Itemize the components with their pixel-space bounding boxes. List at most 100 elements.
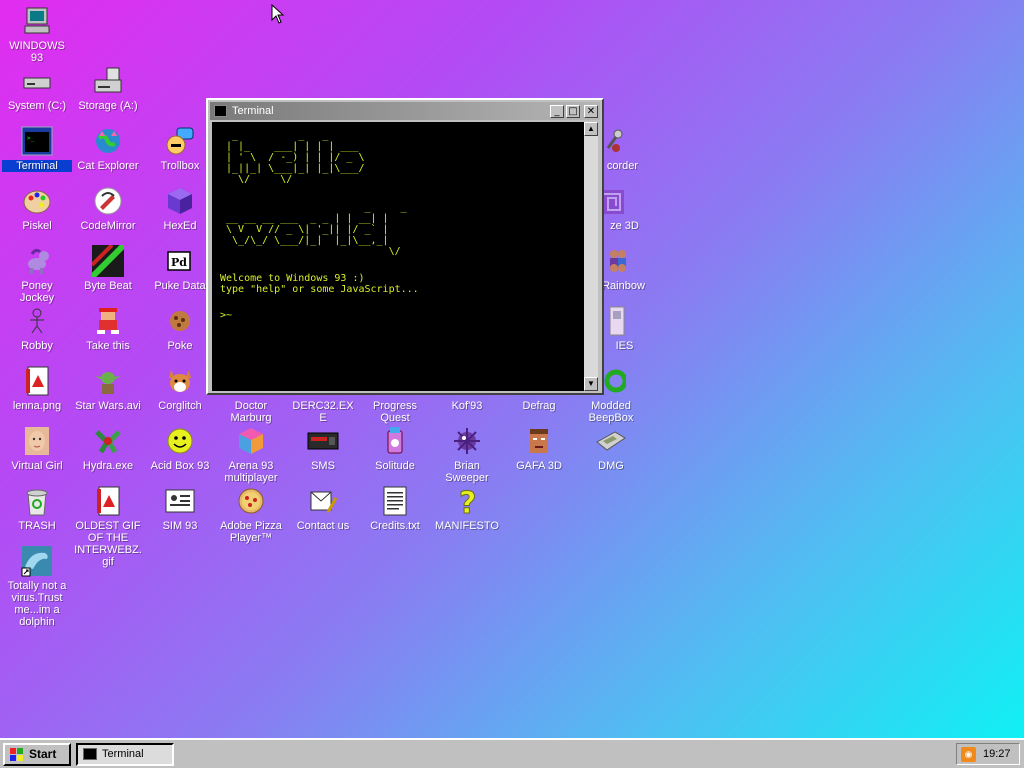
desktop-icon-poney-jockey[interactable]: Poney Jockey [2, 244, 72, 304]
desktop-icon-label: Poney Jockey [19, 280, 55, 304]
terminal-scrollbar[interactable]: ▲ ▼ [584, 122, 598, 391]
drive-icon [20, 64, 54, 98]
gameboy-icon [594, 424, 628, 458]
start-label: Start [29, 747, 57, 761]
image-file-icon [20, 364, 54, 398]
desktop-icon-star-wars[interactable]: Star Wars.avi [73, 364, 143, 412]
terminal-icon [83, 748, 97, 760]
desktop-icon-system-c[interactable]: System (C:) [2, 64, 72, 112]
desktop-icon-label: Take this [86, 340, 130, 352]
system-tray: ◉ 19:27 [956, 743, 1020, 765]
close-button[interactable]: ✕ [584, 105, 598, 118]
desktop-icon-label: TRASH [18, 520, 56, 532]
cat-globe-icon [91, 124, 125, 158]
floppy-drive-icon [91, 64, 125, 98]
scroll-up-icon[interactable]: ▲ [584, 122, 598, 136]
desktop-icon-poke[interactable]: Poke [145, 304, 215, 352]
desktop-icon-acid-box[interactable]: Acid Box 93 [145, 424, 215, 472]
hex-cube-icon [163, 184, 197, 218]
desktop-icon-label: Modded BeepBox [588, 400, 634, 424]
cookie-icon [163, 304, 197, 338]
desktop-icon-storage-a[interactable]: Storage (A:) [73, 64, 143, 112]
desktop-icon-label: Arena 93 multiplayer [224, 460, 278, 484]
bytebeat-icon [91, 244, 125, 278]
desktop-icon-sms[interactable]: SMS [288, 424, 358, 472]
desktop-icon-label: HexEd [163, 220, 197, 232]
desktop-icon-oldest-gif[interactable]: OLDEST GIF OF THE INTERWEBZ.gif [73, 484, 143, 568]
scroll-down-icon[interactable]: ▼ [584, 377, 598, 391]
desktop-icon-windows93[interactable]: WINDOWS 93 [2, 4, 72, 64]
desktop-icon-label: Cat Explorer [77, 160, 139, 172]
desktop-icon-label: Kof'93 [451, 400, 483, 412]
yoda-icon [91, 364, 125, 398]
desktop-icon-dolphin[interactable]: Totally not a virus.Trust me...im a dolp… [2, 544, 72, 628]
minimize-button[interactable]: _ [550, 105, 564, 118]
welcome-line: Welcome to Windows 93 :) [220, 273, 365, 284]
desktop-icon-label: Adobe Pizza Player™ [220, 520, 282, 544]
terminal-output[interactable]: _ _ _ | |_ ___| | | | ___ | ' \ / -_) | … [212, 122, 586, 391]
desktop-icon-label: Byte Beat [84, 280, 132, 292]
desktop-icon-robby[interactable]: Robby [2, 304, 72, 352]
dolphin-icon [20, 544, 54, 578]
desktop-icon-cat-explorer[interactable]: Cat Explorer [73, 124, 143, 172]
contact-icon [306, 484, 340, 518]
svg-text:?: ? [459, 486, 476, 517]
desktop-icon-adobe-pizza[interactable]: Adobe Pizza Player™ [216, 484, 286, 544]
windows-logo-icon [10, 748, 23, 761]
desktop-icon-label: Star Wars.avi [75, 400, 141, 412]
desktop-icon-label: Solitude [375, 460, 415, 472]
start-button[interactable]: Start [3, 743, 71, 766]
desktop-icon-take-this[interactable]: Take this [73, 304, 143, 352]
desktop-icon-hydra[interactable]: Hydra.exe [73, 424, 143, 472]
desktop-icon-label: DMG [598, 460, 624, 472]
desktop-icon-arena-93[interactable]: Arena 93 multiplayer [216, 424, 286, 484]
desktop-icon-sim-93[interactable]: SIM 93 [145, 484, 215, 532]
desktop-icon-label: Terminal [2, 160, 72, 172]
pizza-icon [234, 484, 268, 518]
desktop-icon-contact-us[interactable]: Contact us [288, 484, 358, 532]
desktop-icon-label: DERC32.EXE [292, 400, 354, 424]
desktop-icon-trash[interactable]: TRASH [2, 484, 72, 532]
desktop-icon-label: Brian Sweeper [445, 460, 489, 484]
creature-icon [91, 304, 125, 338]
ascii-line: | ' \ / -_) | | |/ _ \ [220, 152, 365, 163]
clock[interactable]: 19:27 [983, 744, 1011, 764]
desktop-icon-credits-txt[interactable]: Credits.txt [360, 484, 430, 532]
desktop-icon-hexed[interactable]: HexEd [145, 184, 215, 232]
desktop-icon-label: WINDOWS 93 [9, 40, 65, 64]
desktop-icon-piskel[interactable]: Piskel [2, 184, 72, 232]
desktop-icon-virtual-girl[interactable]: Virtual Girl [2, 424, 72, 472]
desktop-icon-label: Poke [167, 340, 193, 352]
ascii-line: \_/\_/ \___/|_| |_|\__,_| [220, 235, 389, 246]
solitude-icon [378, 424, 412, 458]
desktop-icon-puke-data[interactable]: Pd Puke Data [145, 244, 215, 292]
desktop-icon-dmg[interactable]: DMG [576, 424, 646, 472]
terminal-window[interactable]: Terminal _ □ ✕ _ _ _ | |_ ___| | | | ___… [206, 98, 604, 395]
rss-icon[interactable]: ◉ [961, 747, 976, 762]
desktop-icon-corglitch[interactable]: Corglitch [145, 364, 215, 412]
terminal-icon [214, 105, 227, 117]
svg-text:Pd: Pd [171, 256, 187, 269]
desktop-icon-gafa-3d[interactable]: GAFA 3D [504, 424, 574, 472]
desktop-icon-terminal[interactable]: >_ Terminal [2, 124, 72, 172]
desktop-icon-brian-sweeper[interactable]: Brian Sweeper [432, 424, 502, 484]
ascii-line: __ __ __ ___ _ _ | | __| | [220, 213, 389, 224]
command-prompt[interactable]: >~ [220, 310, 232, 321]
desktop-icon-solitude[interactable]: Solitude [360, 424, 430, 472]
maximize-button[interactable]: □ [566, 105, 580, 118]
palette-icon [20, 184, 54, 218]
desktop-icon-byte-beat[interactable]: Byte Beat [73, 244, 143, 292]
desktop-icon-manifesto[interactable]: ? MANIFESTO [432, 484, 502, 533]
ascii-line: \/ \/ [220, 174, 293, 185]
ascii-line: _ _ _ [220, 130, 329, 141]
desktop-icon-trollbox[interactable]: Trollbox [145, 124, 215, 172]
desktop-icon-label: Corglitch [158, 400, 202, 412]
taskbar-item-terminal[interactable]: Terminal [76, 743, 174, 766]
desktop-icon-label: SIM 93 [162, 520, 198, 532]
desktop-icon-label: SMS [311, 460, 335, 472]
desktop-icon-codemirror[interactable]: CodeMirror [73, 184, 143, 232]
ascii-line: | |_ ___| | | | ___ [220, 141, 359, 152]
svg-text:>_: >_ [27, 135, 35, 142]
desktop-icon-lenna-png[interactable]: lenna.png [2, 364, 72, 412]
terminal-title-bar[interactable]: Terminal _ □ ✕ [210, 102, 600, 120]
